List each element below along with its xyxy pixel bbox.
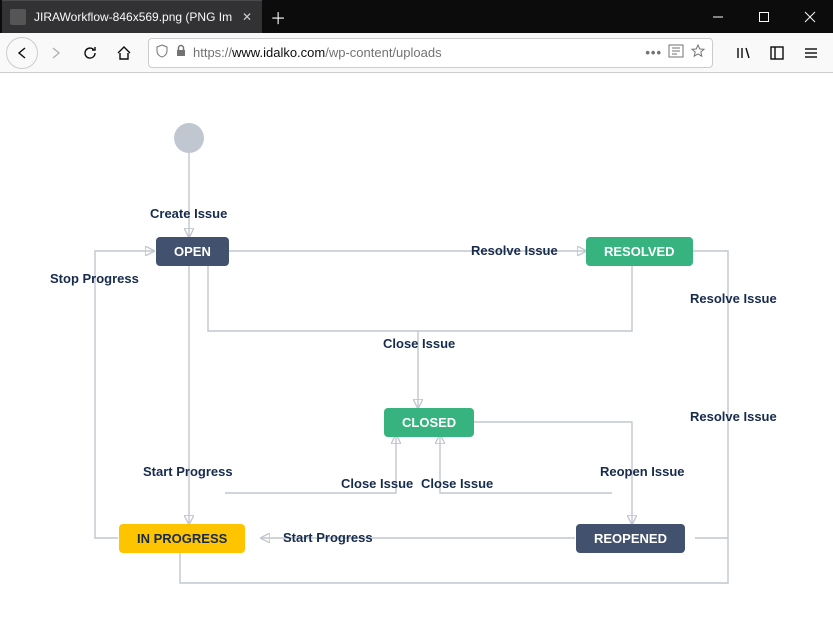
window-controls — [695, 0, 833, 33]
label-close-issue-left: Close Issue — [341, 476, 413, 491]
page-content: OPEN RESOLVED CLOSED IN PROGRESS REOPENE… — [0, 73, 833, 637]
bookmark-star-icon[interactable] — [690, 43, 706, 62]
reader-view-icon[interactable] — [668, 44, 684, 61]
browser-chrome: JIRAWorkflow-846x569.png (PNG Im ✕ ＋ — [0, 0, 833, 73]
toolbar: https://www.idalko.com/wp-content/upload… — [0, 33, 833, 73]
node-in-progress: IN PROGRESS — [119, 524, 245, 553]
node-resolved: RESOLVED — [586, 237, 693, 266]
tracking-shield-icon[interactable] — [155, 44, 169, 61]
back-button[interactable] — [6, 37, 38, 69]
node-closed: CLOSED — [384, 408, 474, 437]
label-close-issue-right: Close Issue — [421, 476, 493, 491]
label-reopen-issue: Reopen Issue — [600, 464, 685, 479]
forward-button[interactable] — [40, 37, 72, 69]
node-reopened: REOPENED — [576, 524, 685, 553]
label-create-issue: Create Issue — [150, 206, 227, 221]
url-text: https://www.idalko.com/wp-content/upload… — [193, 45, 639, 60]
label-resolve-issue-right2: Resolve Issue — [690, 409, 777, 424]
start-node — [174, 123, 204, 153]
maximize-button[interactable] — [741, 0, 787, 33]
titlebar: JIRAWorkflow-846x569.png (PNG Im ✕ ＋ — [0, 0, 833, 33]
library-icon[interactable] — [727, 37, 759, 69]
close-tab-icon[interactable]: ✕ — [240, 10, 254, 24]
tab-favicon — [10, 9, 26, 25]
label-resolve-issue-right1: Resolve Issue — [690, 291, 777, 306]
url-bar[interactable]: https://www.idalko.com/wp-content/upload… — [148, 38, 713, 68]
label-resolve-issue-top: Resolve Issue — [471, 243, 558, 258]
menu-icon[interactable] — [795, 37, 827, 69]
new-tab-button[interactable]: ＋ — [262, 0, 294, 33]
node-open: OPEN — [156, 237, 229, 266]
page-actions-icon[interactable]: ••• — [645, 45, 662, 60]
workflow-diagram: OPEN RESOLVED CLOSED IN PROGRESS REOPENE… — [0, 73, 833, 637]
label-close-issue-top: Close Issue — [383, 336, 455, 351]
label-start-progress-left: Start Progress — [143, 464, 233, 479]
label-stop-progress: Stop Progress — [50, 271, 139, 286]
home-button[interactable] — [108, 37, 140, 69]
close-window-button[interactable] — [787, 0, 833, 33]
tab-title: JIRAWorkflow-846x569.png (PNG Im — [34, 10, 232, 24]
minimize-button[interactable] — [695, 0, 741, 33]
sidebar-icon[interactable] — [761, 37, 793, 69]
label-start-progress-mid: Start Progress — [283, 530, 373, 545]
lock-icon[interactable] — [175, 44, 187, 61]
reload-button[interactable] — [74, 37, 106, 69]
toolbar-right — [727, 37, 827, 69]
browser-tab[interactable]: JIRAWorkflow-846x569.png (PNG Im ✕ — [2, 0, 262, 33]
